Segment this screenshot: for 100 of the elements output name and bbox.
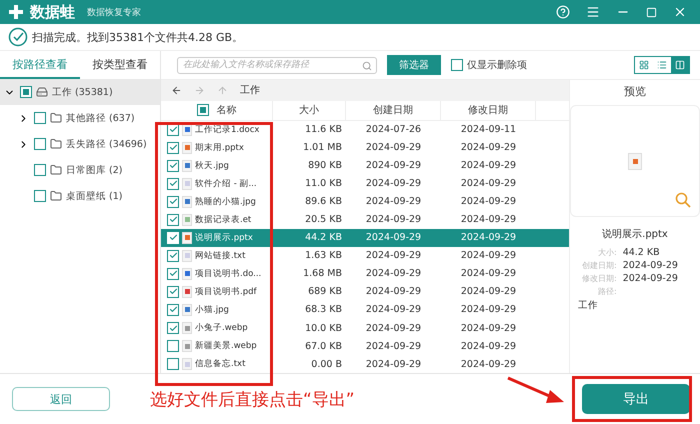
- filter-button[interactable]: 筛选器: [387, 55, 441, 75]
- help-icon[interactable]: [556, 5, 570, 19]
- file-row[interactable]: 软件介绍 - 副... 11.0 KB 2024-09-29 2024-09-29: [161, 174, 569, 193]
- current-path: 工作: [240, 84, 260, 98]
- detail-label: 修改日期:: [582, 273, 617, 284]
- export-button[interactable]: 导出: [582, 384, 690, 414]
- file-icon: [182, 178, 192, 190]
- file-icon: [182, 268, 192, 280]
- folder-icon: [50, 164, 62, 176]
- file-name: 小猫.jpg: [195, 304, 229, 316]
- check-circle-icon: [8, 27, 28, 47]
- app-subtitle: 数据恢复专家: [87, 6, 141, 18]
- checkbox[interactable]: [167, 358, 179, 370]
- file-name: 新疆美景.webp: [195, 340, 257, 352]
- modified-date: 2024-09-29: [460, 304, 518, 316]
- checkbox[interactable]: [167, 178, 179, 190]
- file-size: 10.0 KB: [304, 322, 343, 334]
- view-tab[interactable]: 按类型查看: [80, 51, 160, 79]
- folder-icon: [50, 190, 62, 202]
- checkbox[interactable]: [34, 112, 46, 124]
- back-button[interactable]: 返回: [12, 387, 110, 411]
- maximize-icon[interactable]: [646, 6, 657, 18]
- file-row[interactable]: 熟睡的小猫.jpg 89.6 KB 2024-09-29 2024-09-29: [161, 192, 569, 211]
- preview-view-button[interactable]: [671, 57, 689, 73]
- zoom-icon[interactable]: [675, 192, 691, 208]
- detail-label: 路径:: [597, 286, 617, 297]
- tree-item[interactable]: 桌面壁纸 (1): [0, 183, 160, 209]
- preview-file-name: 说明展示.pptx: [602, 228, 668, 241]
- file-row[interactable]: 项目说明书.pdf 689 KB 2024-09-29 2024-09-29: [161, 282, 569, 301]
- file-row[interactable]: 小兔子.webp 10.0 KB 2024-09-29 2024-09-29: [161, 319, 569, 338]
- menu-icon[interactable]: [586, 5, 600, 19]
- logo-icon: [8, 4, 24, 20]
- modified-date: 2024-09-11: [460, 124, 518, 136]
- checkbox[interactable]: [196, 104, 208, 116]
- file-row[interactable]: 秋天.jpg 890 KB 2024-09-29 2024-09-29: [161, 156, 569, 175]
- file-row[interactable]: 新疆美景.webp 67.0 KB 2024-09-29 2024-09-29: [161, 337, 569, 356]
- checkbox[interactable]: [34, 190, 46, 202]
- file-icon: [182, 322, 192, 334]
- file-icon: [182, 250, 192, 262]
- close-icon[interactable]: [673, 5, 687, 19]
- created-date: 2024-09-29: [364, 214, 422, 226]
- file-row[interactable]: 说明展示.pptx 44.2 KB 2024-09-29 2024-09-29: [161, 228, 569, 247]
- column-header[interactable]: 大小: [273, 100, 346, 120]
- checkbox[interactable]: [451, 59, 463, 71]
- file-name: 工作记录1.docx: [195, 124, 260, 136]
- file-name: 数据记录表.et: [195, 214, 252, 226]
- path-value: 工作: [577, 299, 598, 312]
- checkbox[interactable]: [167, 196, 179, 208]
- tree-item[interactable]: 工作 (35381): [0, 79, 160, 105]
- annotation-arrow: [506, 376, 566, 406]
- checkbox[interactable]: [167, 214, 179, 226]
- file-name: 项目说明书.pdf: [195, 286, 256, 298]
- checkbox[interactable]: [167, 250, 179, 262]
- created-date: 2024-09-29: [364, 268, 422, 280]
- file-size: 1.63 KB: [304, 250, 343, 262]
- column-header[interactable]: 创建日期: [346, 100, 441, 120]
- checkbox[interactable]: [167, 340, 179, 352]
- modified-date: 2024-09-29: [460, 322, 518, 334]
- file-name: 信息备忘.txt: [195, 358, 246, 370]
- file-row[interactable]: 数据记录表.et 20.5 KB 2024-09-29 2024-09-29: [161, 210, 569, 229]
- file-size: 890 KB: [307, 160, 343, 172]
- search-field[interactable]: 在此处输入文件名称或保存路径: [177, 56, 377, 74]
- checkbox[interactable]: [34, 138, 46, 150]
- file-icon: [182, 358, 192, 370]
- file-icon: [628, 152, 642, 170]
- tree-item[interactable]: 其他路径 (637): [0, 105, 160, 131]
- checkbox[interactable]: [167, 304, 179, 316]
- created-date: 2024-09-29: [364, 286, 422, 298]
- file-row[interactable]: 信息备忘.txt 0.00 B 2024-09-29 2024-09-29: [161, 355, 569, 374]
- file-size: 1.01 MB: [302, 142, 343, 154]
- checkbox[interactable]: [167, 286, 179, 298]
- detail-label: 大小:: [597, 247, 617, 258]
- grid-icon: [639, 60, 649, 70]
- modified-date: 2024-09-29: [460, 340, 518, 352]
- column-header[interactable]: 名称: [216, 103, 236, 118]
- file-name: 期末用.pptx: [195, 142, 244, 154]
- detail-value: 2024-09-29: [622, 260, 678, 271]
- file-row[interactable]: 项目说明书.do... 1.68 MB 2024-09-29 2024-09-29: [161, 264, 569, 283]
- created-date: 2024-09-29: [364, 142, 422, 154]
- checkbox[interactable]: [167, 142, 179, 154]
- tree-item[interactable]: 丢失路径 (34696): [0, 131, 160, 157]
- checkbox[interactable]: [167, 322, 179, 334]
- checkbox[interactable]: [167, 160, 179, 172]
- file-row[interactable]: 期末用.pptx 1.01 MB 2024-09-29 2024-09-29: [161, 138, 569, 157]
- column-header[interactable]: 修改日期: [441, 100, 536, 120]
- file-icon: [182, 286, 192, 298]
- file-name: 网站链接.txt: [195, 250, 246, 262]
- back-arrow-icon[interactable]: [171, 84, 182, 96]
- folder-icon: [50, 138, 62, 150]
- checkbox[interactable]: [167, 268, 179, 280]
- file-size: 44.2 KB: [304, 232, 343, 244]
- file-size: 689 KB: [307, 286, 343, 298]
- file-row[interactable]: 工作记录1.docx 11.6 KB 2024-07-26 2024-09-11: [161, 120, 569, 139]
- checkbox[interactable]: [20, 86, 32, 98]
- file-row[interactable]: 小猫.jpg 68.3 KB 2024-09-29 2024-09-29: [161, 300, 569, 319]
- file-size: 1.68 MB: [302, 268, 343, 280]
- tree-item[interactable]: 日常图库 (2): [0, 157, 160, 183]
- checkbox[interactable]: [34, 164, 46, 176]
- file-row[interactable]: 网站链接.txt 1.63 KB 2024-09-29 2024-09-29: [161, 246, 569, 265]
- file-icon: [182, 232, 192, 244]
